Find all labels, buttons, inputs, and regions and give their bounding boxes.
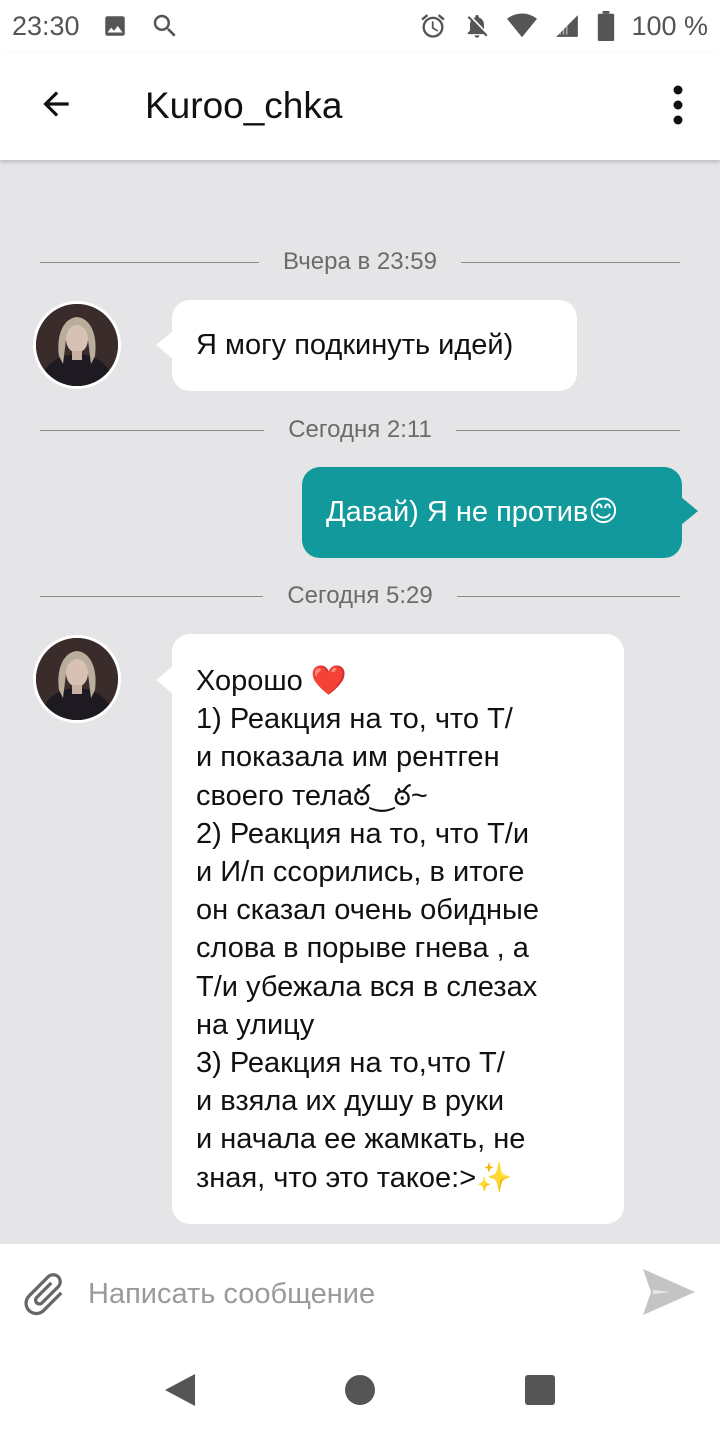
message-text: Я могу подкинуть идей) — [196, 329, 514, 361]
recents-square-icon — [524, 1374, 556, 1411]
incoming-message[interactable]: Я могу подкинуть идей) — [156, 300, 577, 391]
nav-home-button[interactable] — [340, 1372, 380, 1412]
app-bar: Kuroo_chka — [0, 52, 720, 160]
search-icon — [150, 11, 180, 41]
date-label: Сегодня 2:11 — [288, 416, 432, 443]
date-label: Сегодня 5:29 — [287, 582, 433, 609]
date-divider: Вчера в 23:59 — [40, 248, 680, 276]
avatar-photo — [36, 638, 118, 720]
back-triangle-icon — [163, 1372, 197, 1413]
nav-back-button[interactable] — [160, 1372, 200, 1412]
more-options-button[interactable] — [666, 82, 690, 132]
incoming-message[interactable]: Хорошо ❤️ 1) Реакция на то, что Т/ и пок… — [156, 634, 624, 1224]
message-list[interactable]: Вчера в 23:59 Я могу подкинуть идей) Сег… — [0, 160, 720, 1244]
avatar[interactable] — [33, 301, 121, 389]
divider-line — [456, 595, 681, 597]
avatar-photo — [36, 304, 118, 386]
message-text: Хорошо ❤️ 1) Реакция на то, что Т/ и пок… — [196, 665, 539, 1194]
divider-line — [460, 261, 680, 263]
wifi-icon — [507, 13, 538, 39]
status-bar-left: 23:30 — [12, 11, 180, 42]
battery-percent: 100 % — [631, 10, 708, 41]
outgoing-message[interactable]: Давай) Я не против😊 — [302, 467, 698, 558]
status-bar-right: 100 % — [419, 11, 708, 42]
divider-line — [455, 429, 681, 431]
status-bar: 23:30 100 % — [0, 0, 720, 52]
nav-recents-button[interactable] — [520, 1372, 560, 1412]
back-arrow-icon — [37, 85, 75, 128]
date-label: Вчера в 23:59 — [283, 248, 437, 275]
more-vert-icon — [672, 85, 684, 130]
alarm-icon — [419, 12, 447, 40]
divider-line — [40, 261, 260, 263]
battery-icon — [597, 11, 615, 41]
image-icon — [102, 13, 128, 39]
avatar[interactable] — [33, 635, 121, 723]
mute-icon — [463, 12, 491, 40]
message-input[interactable] — [88, 1270, 618, 1318]
home-circle-icon — [344, 1374, 376, 1411]
system-nav-bar — [0, 1344, 720, 1440]
divider-line — [40, 429, 265, 431]
divider-line — [40, 595, 264, 597]
message-text: Давай) Я не против😊 — [326, 496, 619, 528]
status-time: 23:30 — [12, 10, 80, 41]
date-divider: Сегодня 5:29 — [40, 582, 681, 610]
back-button[interactable] — [28, 82, 84, 130]
chat-title: Kuroo_chka — [145, 85, 343, 126]
signal-icon — [553, 13, 581, 39]
message-composer — [0, 1244, 720, 1344]
paperclip-icon[interactable] — [18, 1268, 70, 1320]
date-divider: Сегодня 2:11 — [40, 416, 681, 444]
send-button[interactable] — [640, 1266, 698, 1322]
send-icon — [641, 1267, 697, 1322]
